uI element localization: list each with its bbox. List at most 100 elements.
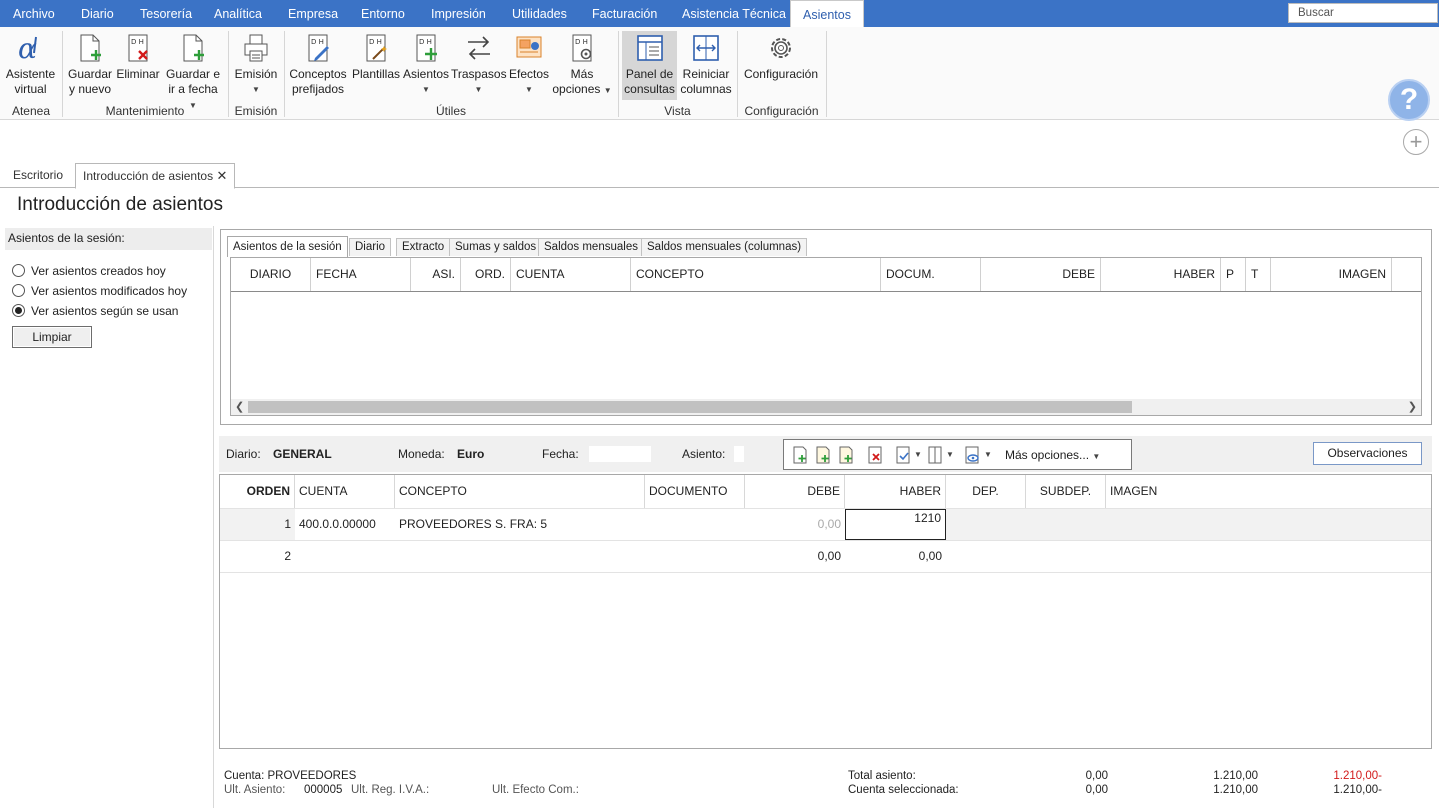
scrollbar-thumb[interactable]	[248, 401, 1132, 413]
radio-icon	[12, 284, 25, 297]
cell-haber-editing[interactable]: 1210	[845, 509, 946, 540]
reiniciar-columnas-button[interactable]: Reiniciar columnas	[679, 33, 733, 97]
efectos-button[interactable]: Efectos ▼	[507, 33, 551, 97]
menu-entorno[interactable]: Entorno	[361, 0, 405, 27]
configuracion-button[interactable]: Configuración	[741, 33, 821, 82]
col-header-debe[interactable]: DEBE	[745, 475, 845, 508]
menu-utilidades[interactable]: Utilidades	[512, 0, 567, 27]
col-header-imagen[interactable]: IMAGEN	[1106, 475, 1226, 508]
moneda-value[interactable]: Euro	[457, 447, 484, 461]
plantillas-button[interactable]: D H Plantillas	[350, 33, 402, 82]
duplicate-line-icon[interactable]	[838, 446, 854, 464]
chevron-down-icon[interactable]: ▼	[946, 450, 954, 459]
cell-cuenta[interactable]: 400.0.0.00000	[295, 509, 395, 540]
col-header-t[interactable]: T	[1246, 258, 1271, 291]
mas-opciones-dropdown[interactable]: Más opciones... ▼	[1005, 448, 1100, 462]
col-header-concepto[interactable]: CONCEPTO	[631, 258, 881, 291]
col-header-debe[interactable]: DEBE	[981, 258, 1101, 291]
cell-haber[interactable]: 0,00	[845, 541, 946, 572]
observaciones-button[interactable]: Observaciones	[1313, 442, 1422, 465]
radio-creados-hoy[interactable]: Ver asientos creados hoy	[12, 264, 166, 278]
close-icon[interactable]: ✕	[216, 168, 227, 183]
asientos-button[interactable]: D H Asientos ▼	[403, 33, 449, 97]
col-header-fecha[interactable]: FECHA	[311, 258, 411, 291]
cell-concepto[interactable]	[395, 541, 645, 572]
columns-icon[interactable]	[927, 446, 943, 464]
limpiar-button[interactable]: Limpiar	[12, 326, 92, 348]
fecha-field[interactable]	[589, 446, 651, 462]
emision-button[interactable]: Emisión ▼	[231, 33, 281, 97]
search-input[interactable]: Buscar	[1288, 3, 1438, 23]
add-tab-button[interactable]: +	[1403, 129, 1429, 155]
col-header-haber[interactable]: HABER	[1101, 258, 1221, 291]
eliminar-button[interactable]: D H Eliminar	[115, 33, 161, 82]
table-row[interactable]: 1 400.0.0.00000 PROVEEDORES S. FRA: 5 0,…	[220, 508, 1431, 540]
menu-facturacion[interactable]: Facturación	[592, 0, 657, 27]
cell-orden[interactable]: 1	[220, 509, 295, 540]
tab-extracto[interactable]: Extracto	[396, 238, 451, 256]
col-header-asi[interactable]: ASI.	[411, 258, 461, 291]
delete-line-icon[interactable]	[867, 446, 883, 464]
ribbon: α Asistente virtual Atenea Guardar y nue…	[0, 27, 1439, 121]
scroll-left-icon[interactable]: ❮	[235, 399, 244, 415]
col-header-documento[interactable]: DOCUMENTO	[645, 475, 745, 508]
col-header-subdep[interactable]: SUBDEP.	[1026, 475, 1106, 508]
traspasos-button[interactable]: Traspasos ▼	[451, 33, 507, 97]
col-header-cuenta[interactable]: CUENTA	[511, 258, 631, 291]
view-document-icon[interactable]	[964, 446, 980, 464]
menu-tesoreria[interactable]: Tesorería	[140, 0, 192, 27]
asiento-field[interactable]	[734, 446, 744, 462]
cell-debe[interactable]: 0,00	[745, 509, 845, 540]
guardar-e-ir-a-fecha-button[interactable]: Guardar e ir a fecha ▼	[163, 33, 223, 113]
col-header-haber[interactable]: HABER	[845, 475, 946, 508]
radio-modificados-hoy[interactable]: Ver asientos modificados hoy	[12, 284, 187, 298]
tab-diario[interactable]: Diario	[349, 238, 392, 256]
cell-debe[interactable]: 0,00	[745, 541, 845, 572]
menu-archivo[interactable]: Archivo	[13, 0, 55, 27]
printer-icon	[244, 34, 268, 62]
horizontal-scrollbar[interactable]: ❮ ❯	[231, 399, 1421, 415]
table-row[interactable]: 2 0,00 0,00	[220, 540, 1431, 572]
col-header-diario[interactable]: DIARIO	[231, 258, 311, 291]
mas-opciones-button[interactable]: D H Más opciones ▼	[552, 33, 612, 98]
check-document-icon[interactable]	[895, 446, 911, 464]
menu-empresa[interactable]: Empresa	[288, 0, 338, 27]
col-header-cuenta[interactable]: CUENTA	[295, 475, 395, 508]
panel-de-consultas-button[interactable]: Panel de consultas	[622, 31, 677, 100]
radio-segun-se-usan[interactable]: Ver asientos según se usan	[12, 304, 178, 318]
chevron-down-icon[interactable]: ▼	[914, 450, 922, 459]
col-header-imagen[interactable]: IMAGEN	[1271, 258, 1392, 291]
conceptos-prefijados-button[interactable]: D H Conceptos prefijados	[288, 33, 348, 97]
cell-orden[interactable]: 2	[220, 541, 295, 572]
guardar-y-nuevo-button[interactable]: Guardar y nuevo	[66, 33, 114, 97]
cell-cuenta[interactable]	[295, 541, 395, 572]
tab-saldos-mensuales[interactable]: Saldos mensuales	[538, 238, 644, 256]
col-header-dep[interactable]: DEP.	[946, 475, 1026, 508]
add-line-icon[interactable]	[792, 446, 808, 464]
tab-asientos-sesion[interactable]: Asientos de la sesión	[227, 236, 348, 257]
scroll-right-icon[interactable]: ❯	[1408, 399, 1417, 415]
cell-concepto[interactable]: PROVEEDORES S. FRA: 5	[395, 509, 645, 540]
menu-analitica[interactable]: Analítica	[214, 0, 262, 27]
col-header-docum[interactable]: DOCUM.	[881, 258, 981, 291]
menu-diario[interactable]: Diario	[81, 0, 114, 27]
col-header-concepto[interactable]: CONCEPTO	[395, 475, 645, 508]
col-header-ord[interactable]: ORD.	[461, 258, 511, 291]
menu-impresion[interactable]: Impresión	[431, 0, 486, 27]
menu-asistencia-tecnica[interactable]: Asistencia Técnica	[682, 0, 786, 27]
menu-asientos[interactable]: Asientos	[790, 0, 864, 28]
tab-saldos-mensuales-columnas[interactable]: Saldos mensuales (columnas)	[641, 238, 808, 256]
group-atenea: Atenea	[11, 104, 51, 118]
asistente-virtual-button[interactable]: α Asistente virtual	[3, 33, 58, 97]
tab-sumas-y-saldos[interactable]: Sumas y saldos	[449, 238, 543, 256]
col-header-p[interactable]: P	[1221, 258, 1246, 291]
cell-documento[interactable]	[645, 541, 745, 572]
chevron-down-icon[interactable]: ▼	[984, 450, 992, 459]
cell-documento[interactable]	[645, 509, 745, 540]
insert-line-icon[interactable]	[815, 446, 831, 464]
tab-escritorio[interactable]: Escritorio	[13, 163, 63, 188]
tab-introduccion-de-asientos[interactable]: Introducción de asientos ✕	[75, 163, 236, 189]
help-button[interactable]: ?	[1388, 79, 1430, 121]
diario-value[interactable]: GENERAL	[273, 447, 332, 461]
col-header-orden[interactable]: ORDEN	[220, 475, 295, 508]
